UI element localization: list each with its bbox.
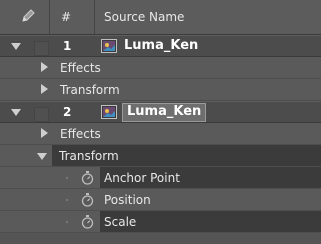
property-label: Effects	[60, 127, 101, 141]
property-group-effects[interactable]: Effects	[0, 57, 321, 79]
property-label: Anchor Point	[104, 171, 180, 185]
property-label: Transform	[59, 149, 119, 163]
stopwatch-icon[interactable]	[81, 171, 94, 185]
footage-icon	[101, 39, 117, 53]
twirl-down-icon[interactable]	[11, 109, 21, 116]
property-label: Effects	[60, 61, 101, 75]
source-name-column-label[interactable]: Source Name	[104, 10, 184, 24]
number-column-label: #	[61, 10, 72, 24]
property-group-transform[interactable]: Transform	[0, 145, 321, 167]
twirl-right-icon[interactable]	[41, 84, 48, 94]
label-color-swatch[interactable]	[34, 41, 49, 56]
number-column-header[interactable]: #	[50, 0, 95, 34]
property-label: Transform	[60, 83, 120, 97]
layer-number: 2	[63, 105, 72, 119]
column-header: # Source Name	[0, 0, 321, 35]
layer-row-2[interactable]: 2 Luma_Ken	[0, 101, 321, 123]
property-dot	[66, 199, 68, 201]
property-label: Position	[104, 193, 151, 207]
layer-row-1[interactable]: 1 Luma_Ken	[0, 35, 321, 57]
property-label: Scale	[104, 215, 137, 229]
twirl-down-icon[interactable]	[11, 43, 21, 50]
stopwatch-icon[interactable]	[81, 193, 94, 207]
layer-number: 1	[63, 39, 72, 53]
twirl-right-icon[interactable]	[41, 128, 48, 138]
layer-name[interactable]: Luma_Ken	[124, 38, 198, 53]
property-position[interactable]: Position	[0, 189, 321, 211]
property-scale[interactable]: Scale	[0, 211, 321, 233]
property-group-transform[interactable]: Transform	[0, 79, 321, 101]
twirl-down-icon[interactable]	[37, 153, 47, 160]
label-color-swatch[interactable]	[34, 107, 49, 122]
label-column-header[interactable]	[0, 0, 50, 34]
timeline-layer-panel: # Source Name 1 Luma_Ken Effects Transfo…	[0, 0, 321, 244]
layer-name-edit-field[interactable]: Luma_Ken	[122, 103, 207, 122]
property-dot	[66, 177, 68, 179]
pencil-icon	[22, 9, 35, 22]
twirl-right-icon[interactable]	[41, 62, 48, 72]
property-group-effects[interactable]: Effects	[0, 123, 321, 145]
stopwatch-icon[interactable]	[81, 215, 94, 229]
property-dot	[66, 221, 68, 223]
footage-icon	[101, 105, 117, 119]
property-anchor-point[interactable]: Anchor Point	[0, 167, 321, 189]
